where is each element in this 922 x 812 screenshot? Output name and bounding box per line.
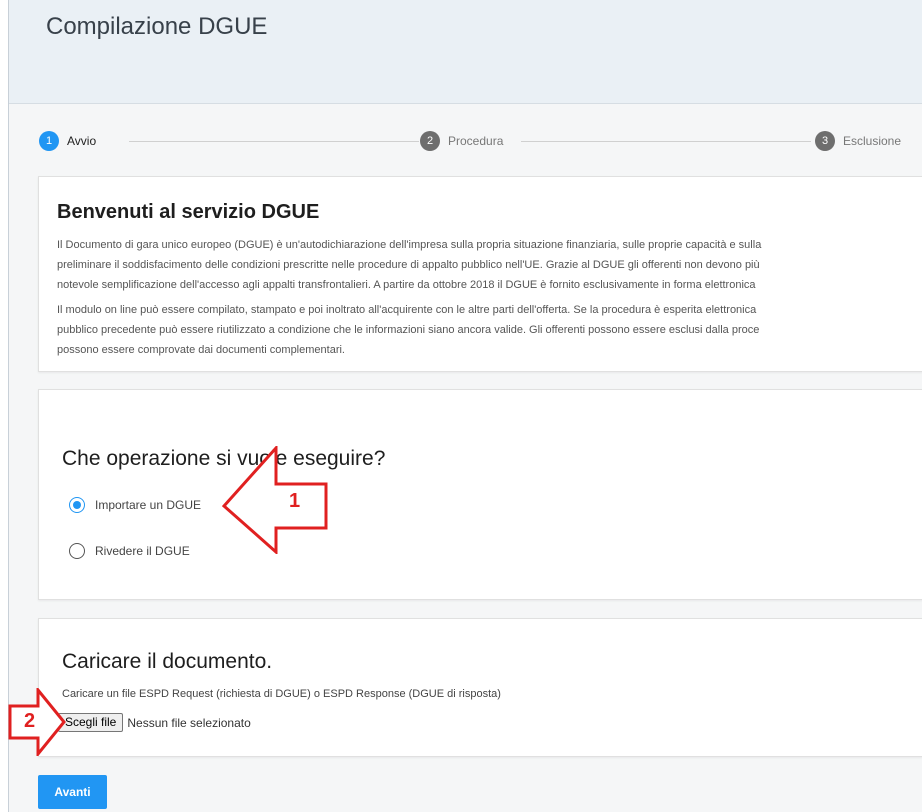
upload-card: Caricare il documento. Caricare un file … [38,618,922,757]
paragraph-line: pubblico precedente può essere riutilizz… [57,324,760,336]
paragraph-line: possono essere comprovate dai documenti … [57,344,345,356]
step-procedura[interactable]: 2 Procedura [420,130,503,152]
file-input[interactable]: Scegli file Nessun file selezionato [58,713,251,732]
step-label: Esclusione [843,134,902,148]
annotation-number-1: 1 [289,490,301,512]
radio-unchecked-icon[interactable] [69,543,85,559]
annotation-number-2: 2 [24,710,36,732]
radio-label: Importare un DGUE [95,498,202,512]
welcome-paragraph-2: Il modulo on line può essere compilato, … [57,300,759,360]
paragraph-line: Il Documento di gara unico europeo (DGUE… [57,239,762,251]
welcome-title: Benvenuti al servizio DGUE [57,201,320,223]
radio-importare-dgue[interactable]: Importare un DGUE [69,497,201,513]
radio-rivedere-dgue[interactable]: Rivedere il DGUE [69,543,190,559]
operation-title: Che operazione si vuole eseguire? [62,447,386,470]
step-connector [521,141,811,142]
step-label: Avvio [67,134,97,148]
operation-card: Che operazione si vuole eseguire? Import… [38,389,922,600]
step-number: 1 [39,131,59,151]
stepper: 1 Avvio 2 Procedura 3 Esclusione [9,130,922,152]
choose-file-button[interactable]: Scegli file [58,713,124,732]
welcome-paragraph-1: Il Documento di gara unico europeo (DGUE… [57,235,761,295]
paragraph-line: notevole semplificazione dell'accesso ag… [57,279,756,291]
upload-title: Caricare il documento. [62,650,273,673]
step-label: Procedura [448,134,504,148]
radio-label: Rivedere il DGUE [95,544,190,558]
step-avvio[interactable]: 1 Avvio [39,130,96,152]
step-number: 2 [420,131,440,151]
page-header: Compilazione DGUE [9,0,922,104]
step-esclusione[interactable]: 3 Esclusione [815,130,901,152]
paragraph-line: Il modulo on line può essere compilato, … [57,304,757,316]
radio-checked-icon[interactable] [69,497,85,513]
next-button[interactable]: Avanti [38,775,107,809]
step-number: 3 [815,131,835,151]
step-connector [129,141,419,142]
file-status: Nessun file selezionato [127,715,251,730]
page-title: Compilazione DGUE [46,13,268,40]
welcome-card: Benvenuti al servizio DGUE Il Documento … [38,176,922,372]
paragraph-line: preliminare il soddisfacimento delle con… [57,259,760,271]
upload-hint: Caricare un file ESPD Request (richiesta… [62,688,501,700]
